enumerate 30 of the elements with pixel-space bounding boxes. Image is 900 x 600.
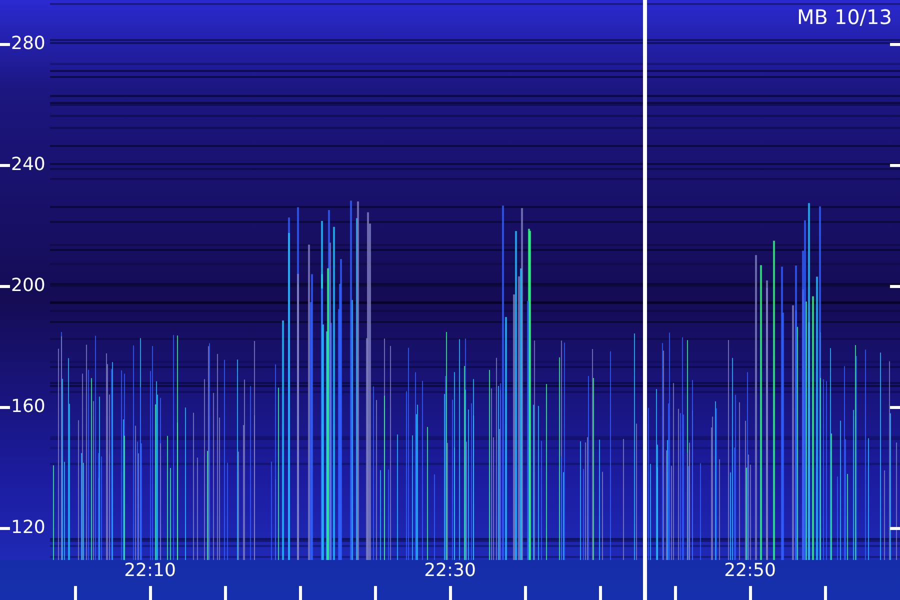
y-axis-label: 160 — [11, 397, 46, 417]
tick-mark — [149, 586, 152, 600]
tick-mark — [890, 43, 900, 46]
tick-mark — [374, 586, 377, 600]
tick-mark — [599, 586, 602, 600]
tick-mark — [890, 406, 900, 409]
y-axis-label: 120 — [11, 518, 46, 538]
x-axis-label: 22:10 — [123, 561, 177, 581]
tick-mark — [0, 527, 10, 530]
tick-mark — [890, 527, 900, 530]
tick-mark — [524, 586, 527, 600]
tick-mark — [0, 164, 10, 167]
tick-mark — [749, 586, 752, 600]
y-axis-label: 200 — [11, 276, 46, 296]
y-axis-label: 240 — [11, 155, 46, 175]
tick-mark — [890, 164, 900, 167]
tick-mark — [299, 586, 302, 600]
y-axis-label: 280 — [11, 34, 46, 54]
tick-mark — [74, 586, 77, 600]
chart-title: MB 10/13 — [797, 5, 892, 29]
x-axis-label: 22:50 — [723, 561, 777, 581]
tick-mark — [0, 406, 10, 409]
tick-mark — [674, 586, 677, 600]
tick-mark — [0, 285, 10, 288]
tick-mark — [449, 586, 452, 600]
tick-mark — [224, 586, 227, 600]
tick-mark — [824, 586, 827, 600]
x-axis-label: 22:30 — [423, 561, 477, 581]
tick-mark — [0, 43, 10, 46]
tick-mark — [890, 285, 900, 288]
